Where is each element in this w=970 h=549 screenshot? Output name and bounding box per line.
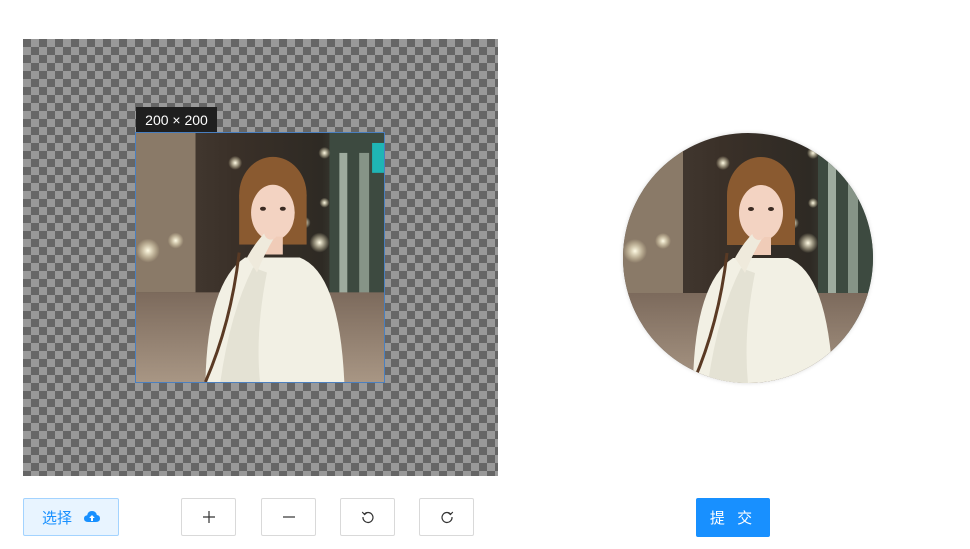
rotate-right-icon xyxy=(440,510,454,524)
zoom-out-button[interactable] xyxy=(261,498,316,536)
rotate-left-icon xyxy=(361,510,375,524)
rotate-right-button[interactable] xyxy=(419,498,474,536)
crop-selection-box[interactable] xyxy=(135,132,385,383)
select-image-button[interactable]: 选择 xyxy=(23,498,119,536)
rotate-left-button[interactable] xyxy=(340,498,395,536)
minus-icon xyxy=(282,510,296,524)
submit-button[interactable]: 提 交 xyxy=(696,498,770,537)
select-button-label: 选择 xyxy=(41,509,72,527)
submit-button-label: 提 交 xyxy=(709,510,757,527)
avatar-preview xyxy=(623,133,873,383)
zoom-in-button[interactable] xyxy=(181,498,236,536)
crop-size-label: 200 × 200 xyxy=(136,107,217,133)
cloud-upload-icon xyxy=(84,510,100,524)
crop-photo xyxy=(136,133,384,382)
preview-photo xyxy=(623,133,873,383)
plus-icon xyxy=(202,510,216,524)
